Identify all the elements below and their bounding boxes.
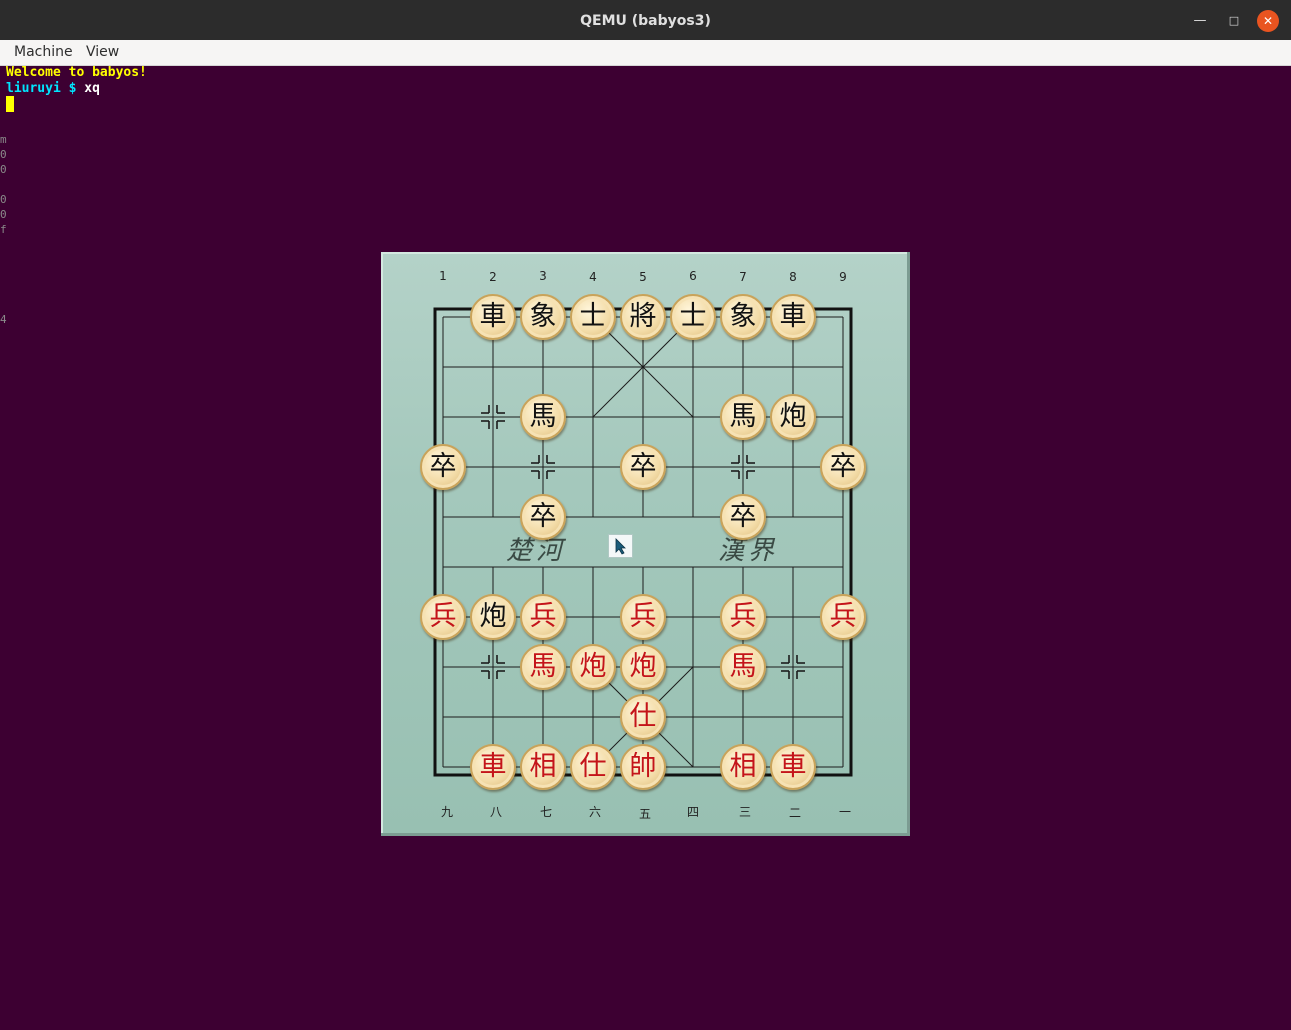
minimize-icon[interactable]: —: [1189, 10, 1211, 32]
black-piece[interactable]: 卒: [820, 444, 866, 490]
column-number-bottom: 七: [539, 805, 552, 819]
column-number-top: 5: [639, 270, 647, 284]
black-piece[interactable]: 士: [570, 294, 616, 340]
edge-glyph: 0: [0, 163, 7, 176]
menu-view[interactable]: View: [86, 40, 119, 65]
column-number-bottom: 一: [838, 805, 851, 819]
red-piece[interactable]: 兵: [620, 594, 666, 640]
column-number-bottom: 五: [638, 807, 651, 821]
black-piece[interactable]: 炮: [770, 394, 816, 440]
mouse-pointer-icon: [608, 534, 633, 558]
welcome-line: Welcome to babyos!: [6, 65, 147, 80]
black-piece[interactable]: 馬: [520, 394, 566, 440]
maximize-icon[interactable]: □: [1223, 10, 1245, 32]
red-piece[interactable]: 相: [720, 744, 766, 790]
prompt-line: liuruyi $ xq: [6, 81, 100, 97]
black-piece[interactable]: 卒: [520, 494, 566, 540]
close-icon[interactable]: ✕: [1257, 10, 1279, 32]
column-number-top: 6: [689, 269, 697, 283]
column-number-top: 1: [439, 269, 447, 283]
red-piece[interactable]: 兵: [720, 594, 766, 640]
red-piece[interactable]: 帥: [620, 744, 666, 790]
red-piece[interactable]: 馬: [720, 644, 766, 690]
column-number-top: 4: [589, 270, 597, 284]
menu-machine[interactable]: Machine: [14, 40, 73, 65]
column-number-bottom: 八: [489, 805, 502, 819]
column-number-bottom: 二: [788, 806, 801, 820]
edge-glyph: m: [0, 133, 7, 146]
black-piece[interactable]: 卒: [620, 444, 666, 490]
black-piece[interactable]: 車: [770, 294, 816, 340]
edge-glyph: 0: [0, 193, 7, 206]
black-piece[interactable]: 卒: [720, 494, 766, 540]
black-piece[interactable]: 炮: [470, 594, 516, 640]
prompt-user: liuruyi: [6, 81, 61, 96]
column-number-bottom: 九: [440, 805, 453, 819]
black-piece[interactable]: 車: [470, 294, 516, 340]
column-number-top: 3: [539, 269, 547, 283]
red-piece[interactable]: 相: [520, 744, 566, 790]
red-piece[interactable]: 炮: [620, 644, 666, 690]
black-piece[interactable]: 卒: [420, 444, 466, 490]
edge-glyph: 4: [0, 313, 7, 326]
prompt-command: xq: [84, 81, 100, 96]
red-piece[interactable]: 炮: [570, 644, 616, 690]
red-piece[interactable]: 兵: [520, 594, 566, 640]
text-cursor: [6, 96, 14, 112]
black-piece[interactable]: 士: [670, 294, 716, 340]
black-piece[interactable]: 馬: [720, 394, 766, 440]
red-piece[interactable]: 兵: [420, 594, 466, 640]
window-title: QEMU (babyos3): [580, 13, 711, 29]
column-number-top: 7: [739, 270, 747, 284]
column-number-bottom: 三: [738, 805, 751, 819]
edge-glyph: 0: [0, 208, 7, 221]
edge-glyph: 0: [0, 148, 7, 161]
black-piece[interactable]: 象: [520, 294, 566, 340]
red-piece[interactable]: 車: [770, 744, 816, 790]
column-number-top: 9: [839, 270, 847, 284]
xiangqi-board[interactable]: 楚河 漢界 123456789九八七六五四三二一車象士將士象車馬馬炮卒卒卒卒卒炮…: [381, 252, 910, 836]
black-piece[interactable]: 象: [720, 294, 766, 340]
prompt-symbol: $: [68, 81, 77, 96]
window-titlebar[interactable]: QEMU (babyos3) — □ ✕: [0, 0, 1291, 40]
red-piece[interactable]: 馬: [520, 644, 566, 690]
red-piece[interactable]: 仕: [620, 694, 666, 740]
red-piece[interactable]: 仕: [570, 744, 616, 790]
column-number-top: 2: [489, 270, 497, 284]
edge-glyph: f: [0, 223, 7, 236]
black-piece[interactable]: 將: [620, 294, 666, 340]
column-number-top: 8: [789, 270, 797, 284]
red-piece[interactable]: 車: [470, 744, 516, 790]
column-number-bottom: 六: [588, 805, 601, 819]
red-piece[interactable]: 兵: [820, 594, 866, 640]
menu-bar: Machine View: [0, 40, 1291, 66]
column-number-bottom: 四: [686, 805, 699, 819]
